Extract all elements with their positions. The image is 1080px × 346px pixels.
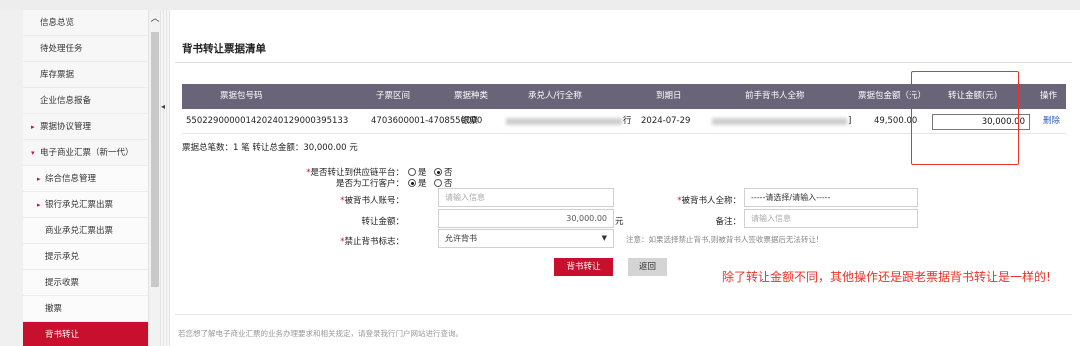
endorsee-name-label: *被背书人全称： [677, 196, 741, 206]
sidebar-scrollbar[interactable]: ︿ [148, 10, 160, 346]
caret-down-icon: ▾ [31, 149, 35, 157]
radio-icon [434, 179, 442, 187]
radio-checked-icon [434, 168, 442, 176]
app-root: 信息总览 待处理任务 库存票据 企业信息报备 ▸ 票据协议管理 ▾ 电子商业汇票（新… [0, 0, 1080, 346]
currency-unit: 元 [615, 217, 624, 227]
cell-prev-suffix: ] [848, 116, 852, 126]
endorsee-account-input[interactable]: 请输入信息 [438, 188, 614, 207]
remark-input[interactable]: 请输入信息 [744, 209, 918, 228]
caret-right-icon: ▸ [37, 201, 41, 209]
annotation-text: 除了转让金额不同，其他操作还是跟老票据背书转让是一样的! [722, 270, 1051, 284]
cell-due: 2024-07-29 [641, 116, 691, 126]
sidebar-item-label: 电子商业汇票（新一代） [40, 148, 134, 158]
sidebar-item-ecds[interactable]: ▾ 电子商业汇票（新一代） [23, 140, 148, 166]
sidebar-item-label: 商业承兑汇票出票 [45, 226, 114, 236]
caret-right-icon: ▸ [37, 175, 41, 183]
col-type: 票据种类 [454, 91, 489, 101]
col-bill-no: 票据包号码 [220, 91, 263, 101]
divider [175, 62, 1072, 63]
radio-checked-icon [408, 179, 416, 187]
dropdown-caret-icon: ▼ [601, 234, 607, 242]
sidebar-item-label: 提示承兑 [45, 252, 80, 262]
icbc-yes-radio[interactable]: 是 [408, 177, 427, 189]
transfer-amount-field[interactable]: 30,000.00 [438, 209, 614, 228]
sidebar: 信息总览 待处理任务 库存票据 企业信息报备 ▸ 票据协议管理 ▾ 电子商业汇票（新… [23, 10, 148, 346]
endorsee-account-label: *被背书人账号： [340, 196, 404, 206]
cell-bill-no: 550229000001420240129000395133 [186, 116, 349, 126]
sidebar-item-prompt-accept[interactable]: 提示承兑 [23, 244, 148, 270]
sidebar-item-revoke[interactable]: 撤票 [23, 296, 148, 322]
highlight-box [911, 71, 1019, 165]
redacted-acceptor [506, 118, 622, 125]
sidebar-item-info-mgmt[interactable]: ▸ 综合信息管理 [23, 166, 148, 192]
sidebar-item-endorse-transfer[interactable]: 背书转让 [23, 322, 148, 346]
remark-label: 备注： [715, 217, 741, 227]
collapse-left-icon[interactable]: ◂ [161, 102, 165, 111]
prohibit-endorse-select[interactable]: 允许背书 ▼ [438, 229, 614, 248]
icbc-customer-label: 是否为工行客户： [335, 179, 404, 189]
cell-acceptor-suffix: 行 [623, 116, 632, 126]
sidebar-item-label: 库存票据 [40, 70, 75, 80]
sidebar-item-label: 企业信息报备 [40, 96, 92, 106]
sidebar-collapse-handle[interactable]: ◂ [160, 10, 170, 346]
delete-link[interactable]: 删除 [1043, 109, 1060, 134]
redacted-prev-endorser [712, 118, 847, 125]
sidebar-item-prompt-receive[interactable]: 提示收票 [23, 270, 148, 296]
transfer-amount-label: 转让金额： [361, 217, 404, 227]
col-prev-endorser: 前手背书人全称 [745, 91, 805, 101]
col-acceptor: 承兑人/行全称 [528, 91, 582, 101]
col-due: 到期日 [656, 91, 682, 101]
back-button[interactable]: 返回 [628, 258, 667, 276]
col-range: 子票区间 [376, 91, 411, 101]
sidebar-item-commercial-acceptance[interactable]: 商业承兑汇票出票 [23, 218, 148, 244]
sidebar-item-pending-tasks[interactable]: 待处理任务 [23, 36, 148, 62]
prohibit-endorse-value: 允许背书 [445, 234, 477, 243]
sidebar-item-label: 信息总览 [40, 18, 75, 28]
col-op: 操作 [1040, 91, 1058, 101]
main-panel: 背书转让票据清单 票据包号码 子票区间 票据种类 承兑人/行全称 到期日 前手背… [170, 10, 1080, 346]
endorse-transfer-button[interactable]: 背书转让 [554, 258, 613, 276]
sidebar-item-label: 待处理任务 [40, 44, 83, 54]
sidebar-item-label: 综合信息管理 [45, 174, 97, 184]
footer-note: 若您想了解电子商业汇票的业务办理要求和相关规定，请登录我行门户网站进行查询。 [178, 329, 463, 338]
sidebar-item-bank-acceptance[interactable]: ▸ 银行承兑汇票出票 [23, 192, 148, 218]
prohibit-endorse-label: *禁止背书标志： [340, 237, 404, 247]
page-title: 背书转让票据清单 [182, 43, 266, 55]
sidebar-item-company-report[interactable]: 企业信息报备 [23, 88, 148, 114]
sidebar-item-inventory[interactable]: 库存票据 [23, 62, 148, 88]
sidebar-item-label: 银行承兑汇票出票 [45, 200, 114, 210]
sidebar-item-label: 背书转让 [45, 330, 80, 340]
scrollbar-thumb[interactable] [151, 32, 159, 287]
sidebar-item-label: 票据协议管理 [40, 122, 92, 132]
sidebar-item-overview[interactable]: 信息总览 [23, 10, 148, 36]
divider [175, 314, 1072, 315]
sidebar-item-label: 撤票 [45, 304, 63, 314]
top-strip [0, 0, 1080, 10]
prohibit-note: 注意：如果选择禁止背书,则被背书人签收票据后无法转让! [626, 235, 819, 244]
summary-text: 票据总笔数：1 笔 转让总金额：30,000.00 元 [182, 143, 358, 153]
caret-right-icon: ▸ [31, 123, 35, 131]
sidebar-item-agreement[interactable]: ▸ 票据协议管理 [23, 114, 148, 140]
radio-icon [408, 168, 416, 176]
endorsee-name-combobox[interactable]: -----请选择/请输入----- [744, 188, 918, 207]
sidebar-item-label: 提示收票 [45, 278, 80, 288]
cell-type: 银票 [461, 116, 479, 126]
